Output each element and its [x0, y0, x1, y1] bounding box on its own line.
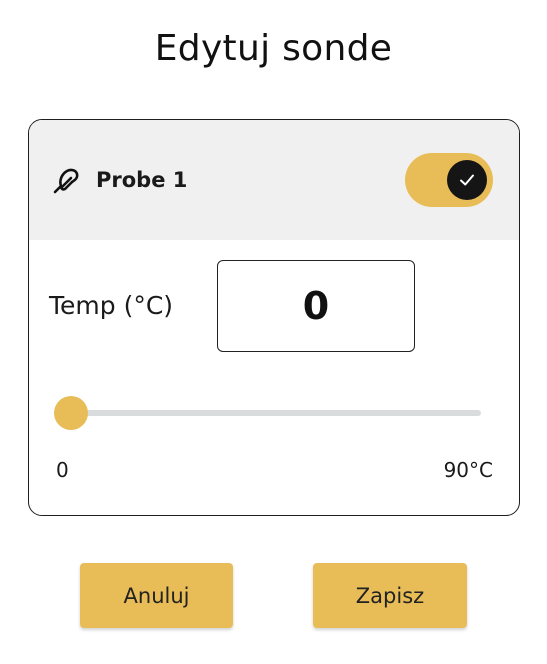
- thermometer-probe-icon: [53, 168, 79, 194]
- temperature-input[interactable]: [217, 260, 415, 352]
- checkmark-icon: [460, 174, 474, 186]
- probe-card: Probe 1 Temp (°C) 0 90°C: [28, 119, 520, 516]
- dialog-title: Edytuj sonde: [154, 28, 393, 69]
- probe-header: Probe 1: [29, 120, 519, 240]
- slider-thumb[interactable]: [54, 396, 88, 430]
- temperature-slider[interactable]: [54, 395, 481, 431]
- probe-name: Probe 1: [96, 168, 188, 192]
- slider-max-label: 90°C: [443, 458, 493, 482]
- slider-track: [57, 410, 481, 416]
- save-button[interactable]: Zapisz: [313, 563, 467, 628]
- slider-min-label: 0: [56, 458, 69, 482]
- probe-enabled-toggle[interactable]: [405, 153, 493, 207]
- toggle-knob: [447, 160, 487, 200]
- temperature-label: Temp (°C): [49, 291, 174, 320]
- cancel-button[interactable]: Anuluj: [80, 563, 233, 628]
